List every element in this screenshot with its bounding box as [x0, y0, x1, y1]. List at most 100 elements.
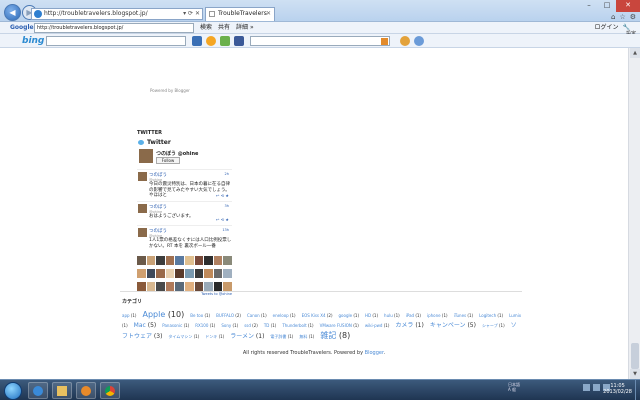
tweet-author[interactable]: つのぼう [149, 226, 232, 234]
avatar[interactable] [185, 282, 194, 291]
category-label[interactable]: ドンキ (1) [205, 334, 227, 339]
category-label[interactable]: Mac (5) [134, 322, 160, 329]
avatar[interactable] [146, 256, 156, 265]
category-label[interactable]: 電子辞書 (1) [270, 334, 296, 339]
avatar[interactable] [156, 256, 165, 265]
avatar[interactable] [194, 282, 204, 291]
avatar[interactable] [165, 282, 175, 291]
taskbar-explorer-button[interactable] [52, 382, 72, 399]
taskbar-chrome-button[interactable] [100, 382, 120, 399]
network-icon[interactable] [583, 384, 590, 391]
minimize-button[interactable]: – [580, 0, 598, 12]
back-button[interactable]: ◀ [4, 4, 21, 21]
category-label[interactable]: タイムマシン (1) [168, 334, 202, 339]
avatar[interactable] [138, 172, 147, 181]
bing-secondary-search[interactable] [250, 36, 390, 46]
avatar[interactable] [137, 282, 146, 291]
tweet-time[interactable]: 2h [225, 172, 229, 176]
category-label[interactable]: HD (1) [365, 313, 381, 318]
taskbar-media-button[interactable] [76, 382, 96, 399]
avatar[interactable] [213, 269, 223, 278]
google-more-button[interactable]: 詳細 » [236, 22, 254, 33]
category-label[interactable]: Sony (1) [221, 323, 241, 328]
blogger-link[interactable]: Blogger [365, 350, 384, 356]
avatar[interactable] [146, 269, 156, 278]
category-label[interactable]: ラーメン (1) [230, 333, 267, 340]
tweet-author[interactable]: つのぼう [149, 202, 232, 210]
avatar[interactable] [175, 282, 184, 291]
category-label[interactable]: iPad (1) [406, 313, 424, 318]
avatar[interactable] [185, 256, 194, 265]
google-share-button[interactable]: 共有 [218, 22, 230, 33]
tweet-actions[interactable]: ↩ ⟲ ★ [216, 193, 229, 198]
category-label[interactable]: 雑記 (8) [320, 331, 353, 340]
avatar[interactable] [185, 269, 194, 278]
profile-name[interactable]: つのぼう @ohine [156, 150, 198, 157]
google-search-button[interactable]: 検索 [200, 22, 212, 33]
avatar[interactable] [165, 256, 175, 265]
taskbar-clock[interactable]: 11:05 2013/02/28 [603, 383, 632, 395]
home-icon[interactable]: ⌂ [611, 13, 615, 21]
taskbar-ie-button[interactable] [28, 382, 48, 399]
category-label[interactable]: シャープ (1) [482, 323, 508, 328]
ime-language-indicator[interactable]: 日本語 A 般 [508, 382, 520, 392]
avatar[interactable] [138, 228, 147, 237]
tab-troubletravelers[interactable]: TroubleTravelers ✕ [205, 7, 275, 21]
avatar[interactable] [223, 269, 232, 278]
category-label[interactable]: Thunderbolt (1) [282, 323, 316, 328]
category-label[interactable]: eneloop (1) [273, 313, 299, 318]
search-icon[interactable] [381, 38, 388, 45]
avatar[interactable] [139, 149, 153, 163]
avatar[interactable] [175, 269, 184, 278]
close-button[interactable]: ✕ [616, 0, 640, 12]
category-label[interactable]: hulu (1) [384, 313, 403, 318]
tweet-time[interactable]: 13h [222, 228, 229, 232]
avatar[interactable] [194, 269, 204, 278]
category-label[interactable]: キャンペーン (5) [430, 322, 479, 329]
category-label[interactable]: RX100 (1) [195, 323, 218, 328]
category-label[interactable]: Logitech (1) [479, 313, 506, 318]
scroll-thumb[interactable] [631, 343, 639, 369]
gear-icon[interactable]: ⚙ [630, 13, 636, 21]
facebook-icon[interactable] [234, 36, 244, 46]
category-label[interactable]: iTunes (1) [454, 313, 477, 318]
scroll-up-icon[interactable]: ▲ [630, 48, 640, 58]
category-label[interactable]: TD (1) [264, 323, 279, 328]
scroll-down-icon[interactable]: ▼ [630, 369, 640, 379]
page-scrollbar[interactable]: ▲ ▼ [628, 48, 640, 379]
avatar[interactable] [156, 282, 165, 291]
category-label[interactable]: VMware FUSION (1) [320, 323, 362, 328]
tweet-time[interactable]: 3h [225, 204, 229, 208]
category-label[interactable]: EOS Kiss X4 (2) [302, 313, 336, 318]
avatar[interactable] [204, 256, 213, 265]
google-search-input[interactable]: http://troubletravelers.blogspot.jp/ [34, 23, 194, 33]
avatar[interactable] [194, 256, 204, 265]
sun-icon[interactable] [400, 36, 410, 46]
avatar[interactable] [137, 256, 146, 265]
avatar[interactable] [165, 269, 175, 278]
avatar[interactable] [213, 282, 223, 291]
category-label[interactable]: カメラ (1) [395, 322, 426, 329]
map-icon[interactable] [220, 36, 230, 46]
category-label[interactable]: BUFFALO (2) [216, 313, 244, 318]
twitter-widget-footer[interactable]: Tweets to @ohine [137, 292, 232, 296]
avatar[interactable] [223, 256, 232, 265]
avatar[interactable] [175, 256, 184, 265]
avatar[interactable] [213, 256, 223, 265]
maximize-button[interactable]: □ [598, 0, 616, 12]
avatar[interactable] [156, 269, 165, 278]
category-label[interactable]: ssd (2) [244, 323, 261, 328]
tweet-author[interactable]: つのぼう [149, 170, 232, 178]
start-button[interactable] [4, 382, 22, 400]
category-label[interactable]: google (1) [339, 313, 363, 318]
bing-search-input[interactable] [46, 36, 186, 46]
google-login-button[interactable]: ログイン [595, 22, 619, 33]
category-label[interactable]: Apple (10) [142, 310, 187, 319]
avatar[interactable] [204, 269, 213, 278]
category-label[interactable]: Canon (1) [247, 313, 270, 318]
follow-button[interactable]: Follow [156, 157, 180, 164]
category-label[interactable]: app (1) [122, 313, 139, 318]
avatar[interactable] [138, 204, 147, 213]
avatar[interactable] [146, 282, 156, 291]
category-label[interactable]: Panasonic (1) [162, 323, 192, 328]
